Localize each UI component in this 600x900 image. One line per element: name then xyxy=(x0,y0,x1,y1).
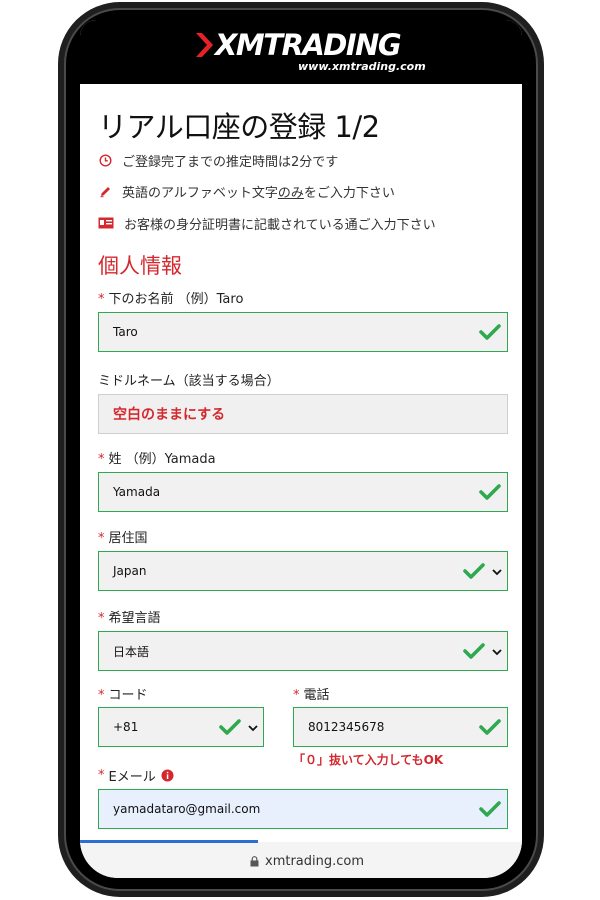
section-title-personal-info: 個人情報 xyxy=(98,254,182,278)
middle-name-field[interactable]: 空白のままにする xyxy=(98,394,508,434)
phone-hint: 「０」抜いて入力してもOK xyxy=(293,753,444,767)
language-select[interactable]: 日本語 xyxy=(98,631,508,671)
email-value: yamadataro@gmail.com xyxy=(113,802,261,816)
xmtrading-logo[interactable]: XMTRADING xyxy=(195,28,402,62)
phone-screen: XMTRADING www.xmtrading.com リアル口座の登録 1/2… xyxy=(80,20,522,878)
check-icon xyxy=(463,563,485,579)
code-label: * コード xyxy=(98,688,148,703)
chevron-down-icon xyxy=(492,569,502,576)
first-name-field[interactable]: Taro xyxy=(98,312,508,352)
notice-estimated-time: ご登録完了までの推定時間は2分です xyxy=(98,150,338,170)
phone-label: * 電話 xyxy=(293,688,330,703)
lock-icon xyxy=(250,856,259,867)
last-name-label: * 姓 （例）Yamada xyxy=(98,452,216,467)
email-label: * Eメール xyxy=(98,766,174,785)
language-value: 日本語 xyxy=(113,644,150,659)
first-name-value: Taro xyxy=(113,325,138,339)
notice-text: 英語のアルファベット文字のみをご入力下さい xyxy=(122,185,395,201)
logo-text: XMTRADING xyxy=(215,28,402,62)
country-label: * 居住国 xyxy=(98,531,148,546)
middle-name-label: ミドルネーム（該当する場合） xyxy=(98,374,280,389)
language-label: * 希望言語 xyxy=(98,611,161,626)
check-icon xyxy=(479,324,501,340)
phone-value: 8012345678 xyxy=(308,720,385,734)
brand-header: XMTRADING www.xmtrading.com xyxy=(80,20,522,84)
clock-icon xyxy=(98,153,112,167)
page-title: リアル口座の登録 1/2 xyxy=(98,110,380,144)
pencil-icon xyxy=(98,184,112,198)
check-icon xyxy=(463,643,485,659)
first-name-label: * 下のお名前 （例）Taro xyxy=(98,292,244,307)
email-field[interactable]: yamadataro@gmail.com xyxy=(98,789,508,829)
country-value: Japan xyxy=(113,564,147,578)
chevron-down-icon xyxy=(248,725,258,732)
id-card-icon xyxy=(98,216,114,230)
logo-x-mark-icon xyxy=(196,33,213,57)
check-icon xyxy=(479,484,501,500)
notice-alphabet-only: 英語のアルファベット文字のみをご入力下さい xyxy=(98,181,395,201)
info-icon[interactable] xyxy=(161,769,174,782)
logo-url: www.xmtrading.com xyxy=(298,60,426,73)
country-select[interactable]: Japan xyxy=(98,551,508,591)
last-name-value: Yamada xyxy=(113,485,161,499)
country-code-select[interactable]: +81 xyxy=(98,707,264,747)
notice-text: ご登録完了までの推定時間は2分です xyxy=(122,154,339,170)
page-load-progress xyxy=(80,840,258,843)
browser-url[interactable]: xmtrading.com xyxy=(250,854,364,869)
phone-field[interactable]: 8012345678 xyxy=(293,707,508,747)
check-icon xyxy=(479,719,501,735)
check-icon xyxy=(479,801,501,817)
last-name-field[interactable]: Yamada xyxy=(98,472,508,512)
notice-text: お客様の身分証明書に記載されている通ご入力下さい xyxy=(124,217,436,233)
check-icon xyxy=(219,719,241,735)
middle-name-note: 空白のままにする xyxy=(113,407,226,423)
chevron-down-icon xyxy=(492,649,502,656)
url-text: xmtrading.com xyxy=(265,854,365,869)
notice-id-document: お客様の身分証明書に記載されている通ご入力下さい xyxy=(98,213,436,233)
